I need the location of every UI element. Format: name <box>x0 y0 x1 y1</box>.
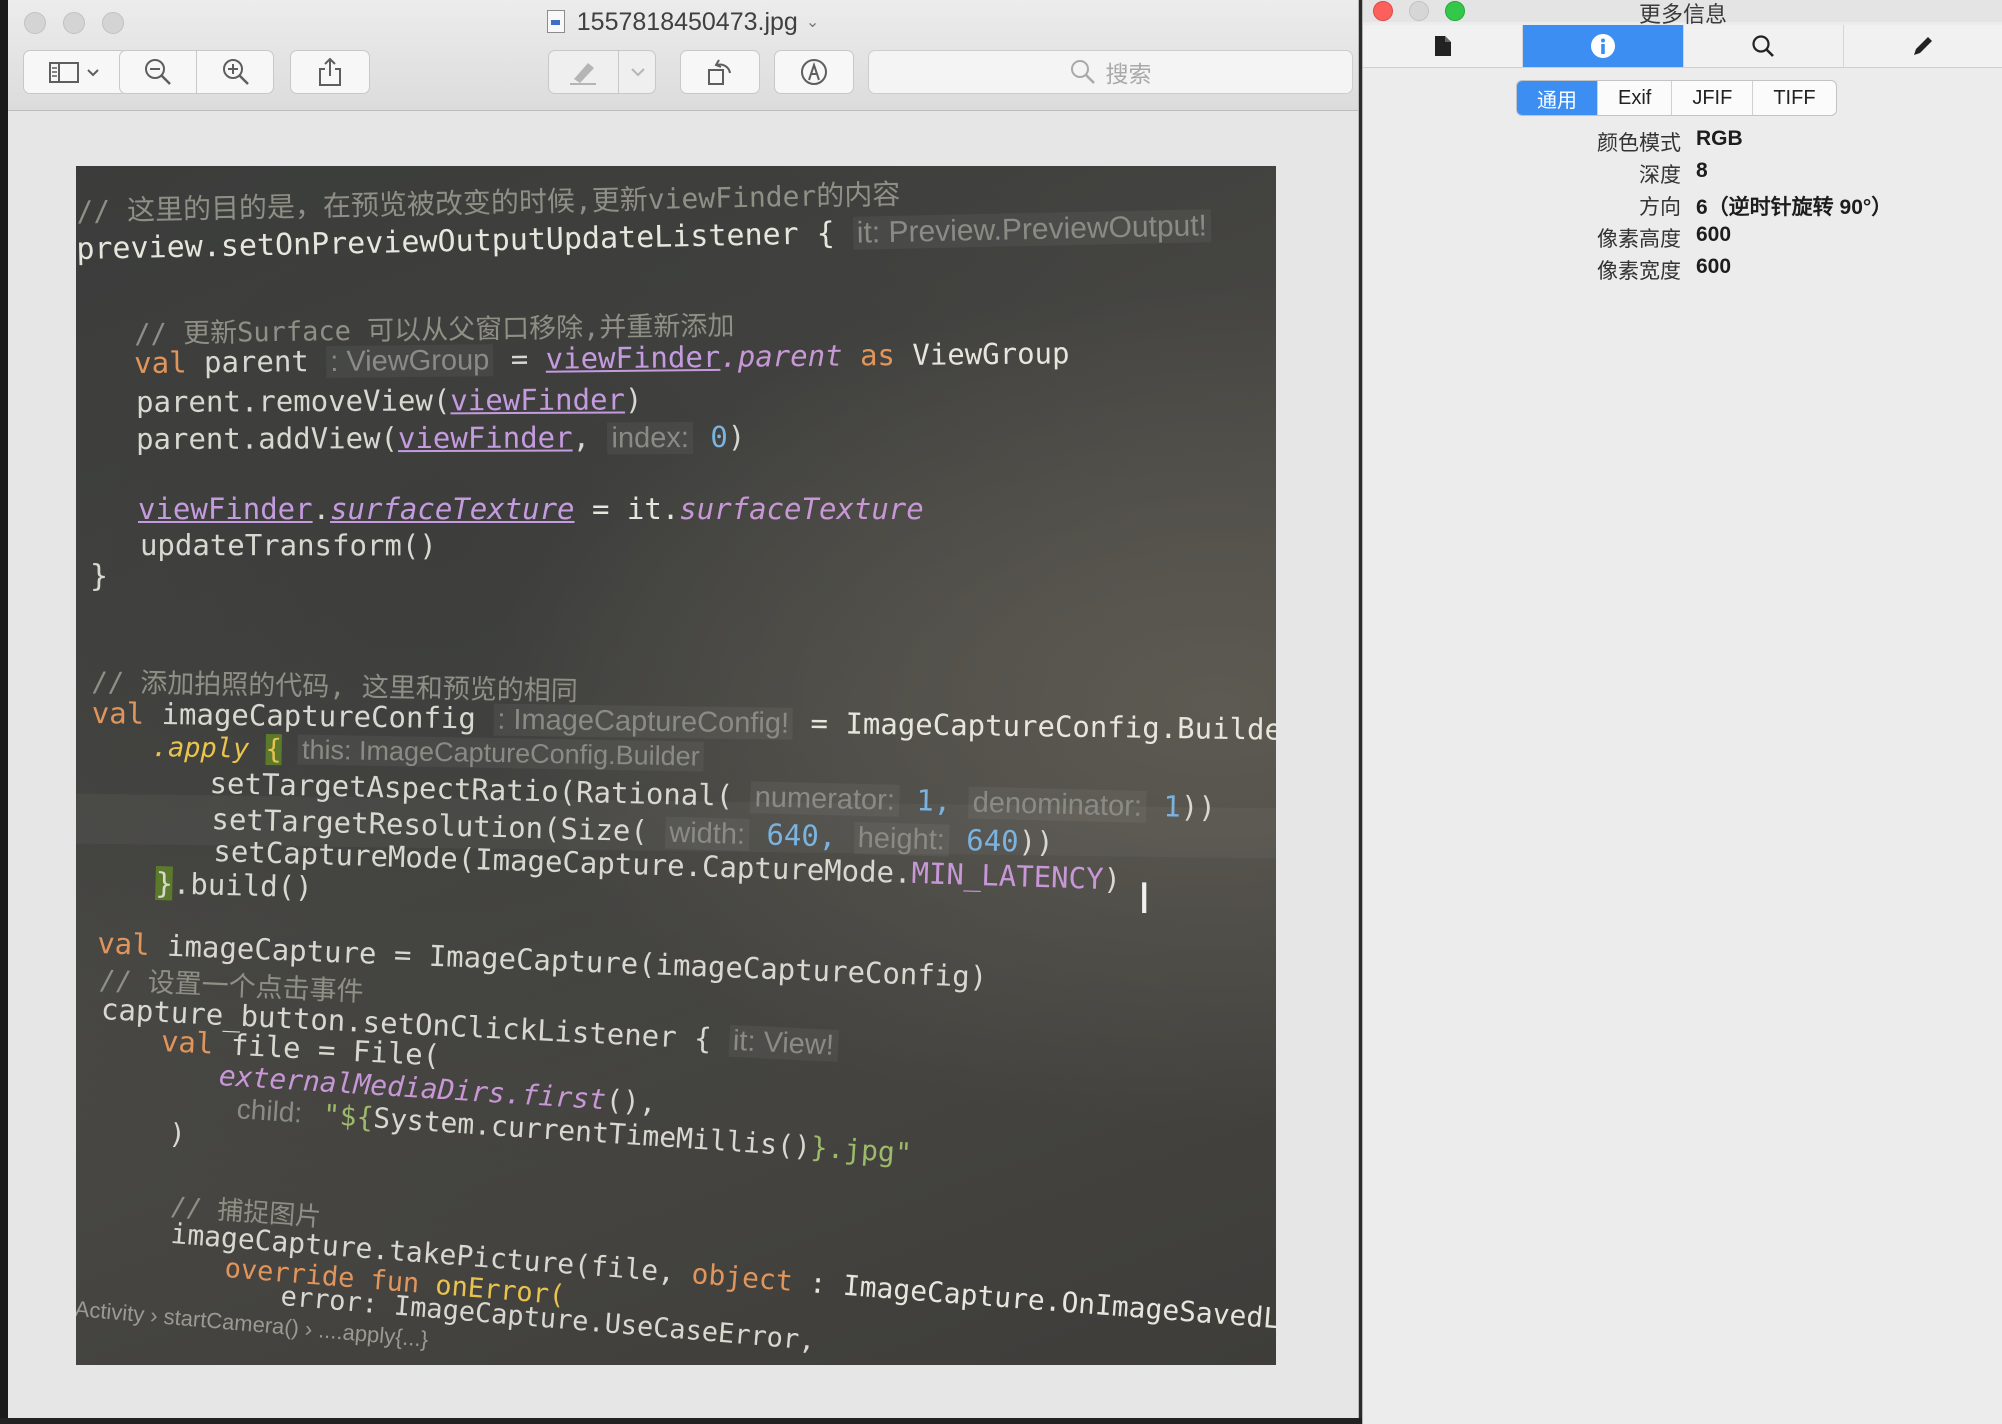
file-icon <box>1434 36 1451 56</box>
window-toolbar: 1557818450473.jpg ⌄ 搜索 <box>8 0 1358 111</box>
desktop-edge <box>0 0 8 1424</box>
segment-jfif[interactable]: JFIF <box>1672 81 1754 115</box>
property-label: 像素宽度 <box>1597 260 1681 283</box>
chevron-down-icon <box>630 68 645 77</box>
search-placeholder: 搜索 <box>1105 61 1152 87</box>
rotate-icon <box>708 59 731 85</box>
inspector-panel: 更多信息 通用 Exif JFIF TIFF 颜色模式 RGB 深度 8 方向 … <box>1362 0 2002 1424</box>
markup-button[interactable] <box>774 50 854 94</box>
code-line: parent.removeView(viewFinder) <box>136 382 643 419</box>
info-icon <box>1590 34 1615 58</box>
property-value: 6（逆时针旋转 90°） <box>1696 196 1893 219</box>
zoom-out-button[interactable] <box>119 50 196 94</box>
property-value: RGB <box>1696 127 1743 150</box>
property-value: 600 <box>1696 255 1732 278</box>
zoom-out-icon <box>144 59 171 85</box>
code-line: viewFinder.surfaceTexture = it.surfaceTe… <box>138 492 924 526</box>
code-line: updateTransform() <box>139 528 437 563</box>
property-label: 深度 <box>1639 164 1681 187</box>
zoom-in-button[interactable] <box>197 50 274 94</box>
text-cursor-icon: I <box>1138 874 1151 923</box>
desktop-edge <box>0 1418 1362 1424</box>
tab-keywords[interactable] <box>1684 25 1844 67</box>
property-row: 像素高度 600 <box>1363 223 2002 255</box>
info-segmented-control: 通用 Exif JFIF TIFF <box>1516 80 1837 116</box>
pencil-icon <box>1914 37 1933 55</box>
search-input[interactable]: 搜索 <box>868 50 1353 94</box>
tab-more-info[interactable] <box>1523 25 1684 67</box>
highlight-menu-button[interactable] <box>619 50 656 94</box>
search-icon <box>1752 35 1775 57</box>
segment-tiff[interactable]: TIFF <box>1753 81 1835 115</box>
code-line: } <box>90 559 109 594</box>
code-photo: // 这里的目的是，在预览被改变的时候,更新viewFinder的内容 prev… <box>76 166 1276 1365</box>
highlight-button[interactable] <box>548 50 618 94</box>
share-button[interactable] <box>290 50 370 94</box>
highlighter-icon <box>570 63 596 85</box>
code-line: parent.addView(viewFinder, index: 0) <box>136 419 746 456</box>
code-line: ) <box>167 1117 187 1152</box>
property-row: 方向 6（逆时针旋转 90°） <box>1363 191 2002 223</box>
sidebar-icon <box>49 62 99 83</box>
share-icon <box>319 57 341 86</box>
inspector-titlebar: 更多信息 <box>1363 0 2002 27</box>
property-row: 颜色模式 RGB <box>1363 127 2002 159</box>
property-value: 8 <box>1696 159 1708 182</box>
segment-general[interactable]: 通用 <box>1517 81 1598 115</box>
zoom-in-icon <box>222 59 249 85</box>
segment-exif[interactable]: Exif <box>1598 81 1673 115</box>
search-icon <box>1070 60 1095 84</box>
tab-file-info[interactable] <box>1363 25 1524 67</box>
property-label: 颜色模式 <box>1597 132 1681 155</box>
chevron-down-icon: ⌄ <box>805 14 820 31</box>
jpg-file-icon <box>546 10 565 33</box>
code-line: }.build() <box>155 866 314 905</box>
property-row: 像素宽度 600 <box>1363 255 2002 287</box>
sidebar-toggle-button[interactable] <box>23 50 127 94</box>
property-value: 600 <box>1696 223 1732 246</box>
property-label: 方向 <box>1639 196 1681 219</box>
tab-annotations[interactable] <box>1844 25 2002 67</box>
rotate-button[interactable] <box>680 50 760 94</box>
property-label: 像素高度 <box>1597 228 1681 251</box>
window-title[interactable]: 1557818450473.jpg ⌄ <box>8 8 1358 37</box>
markup-icon <box>801 59 827 85</box>
inspector-tab-bar <box>1363 25 2002 68</box>
property-row: 深度 8 <box>1363 159 2002 191</box>
